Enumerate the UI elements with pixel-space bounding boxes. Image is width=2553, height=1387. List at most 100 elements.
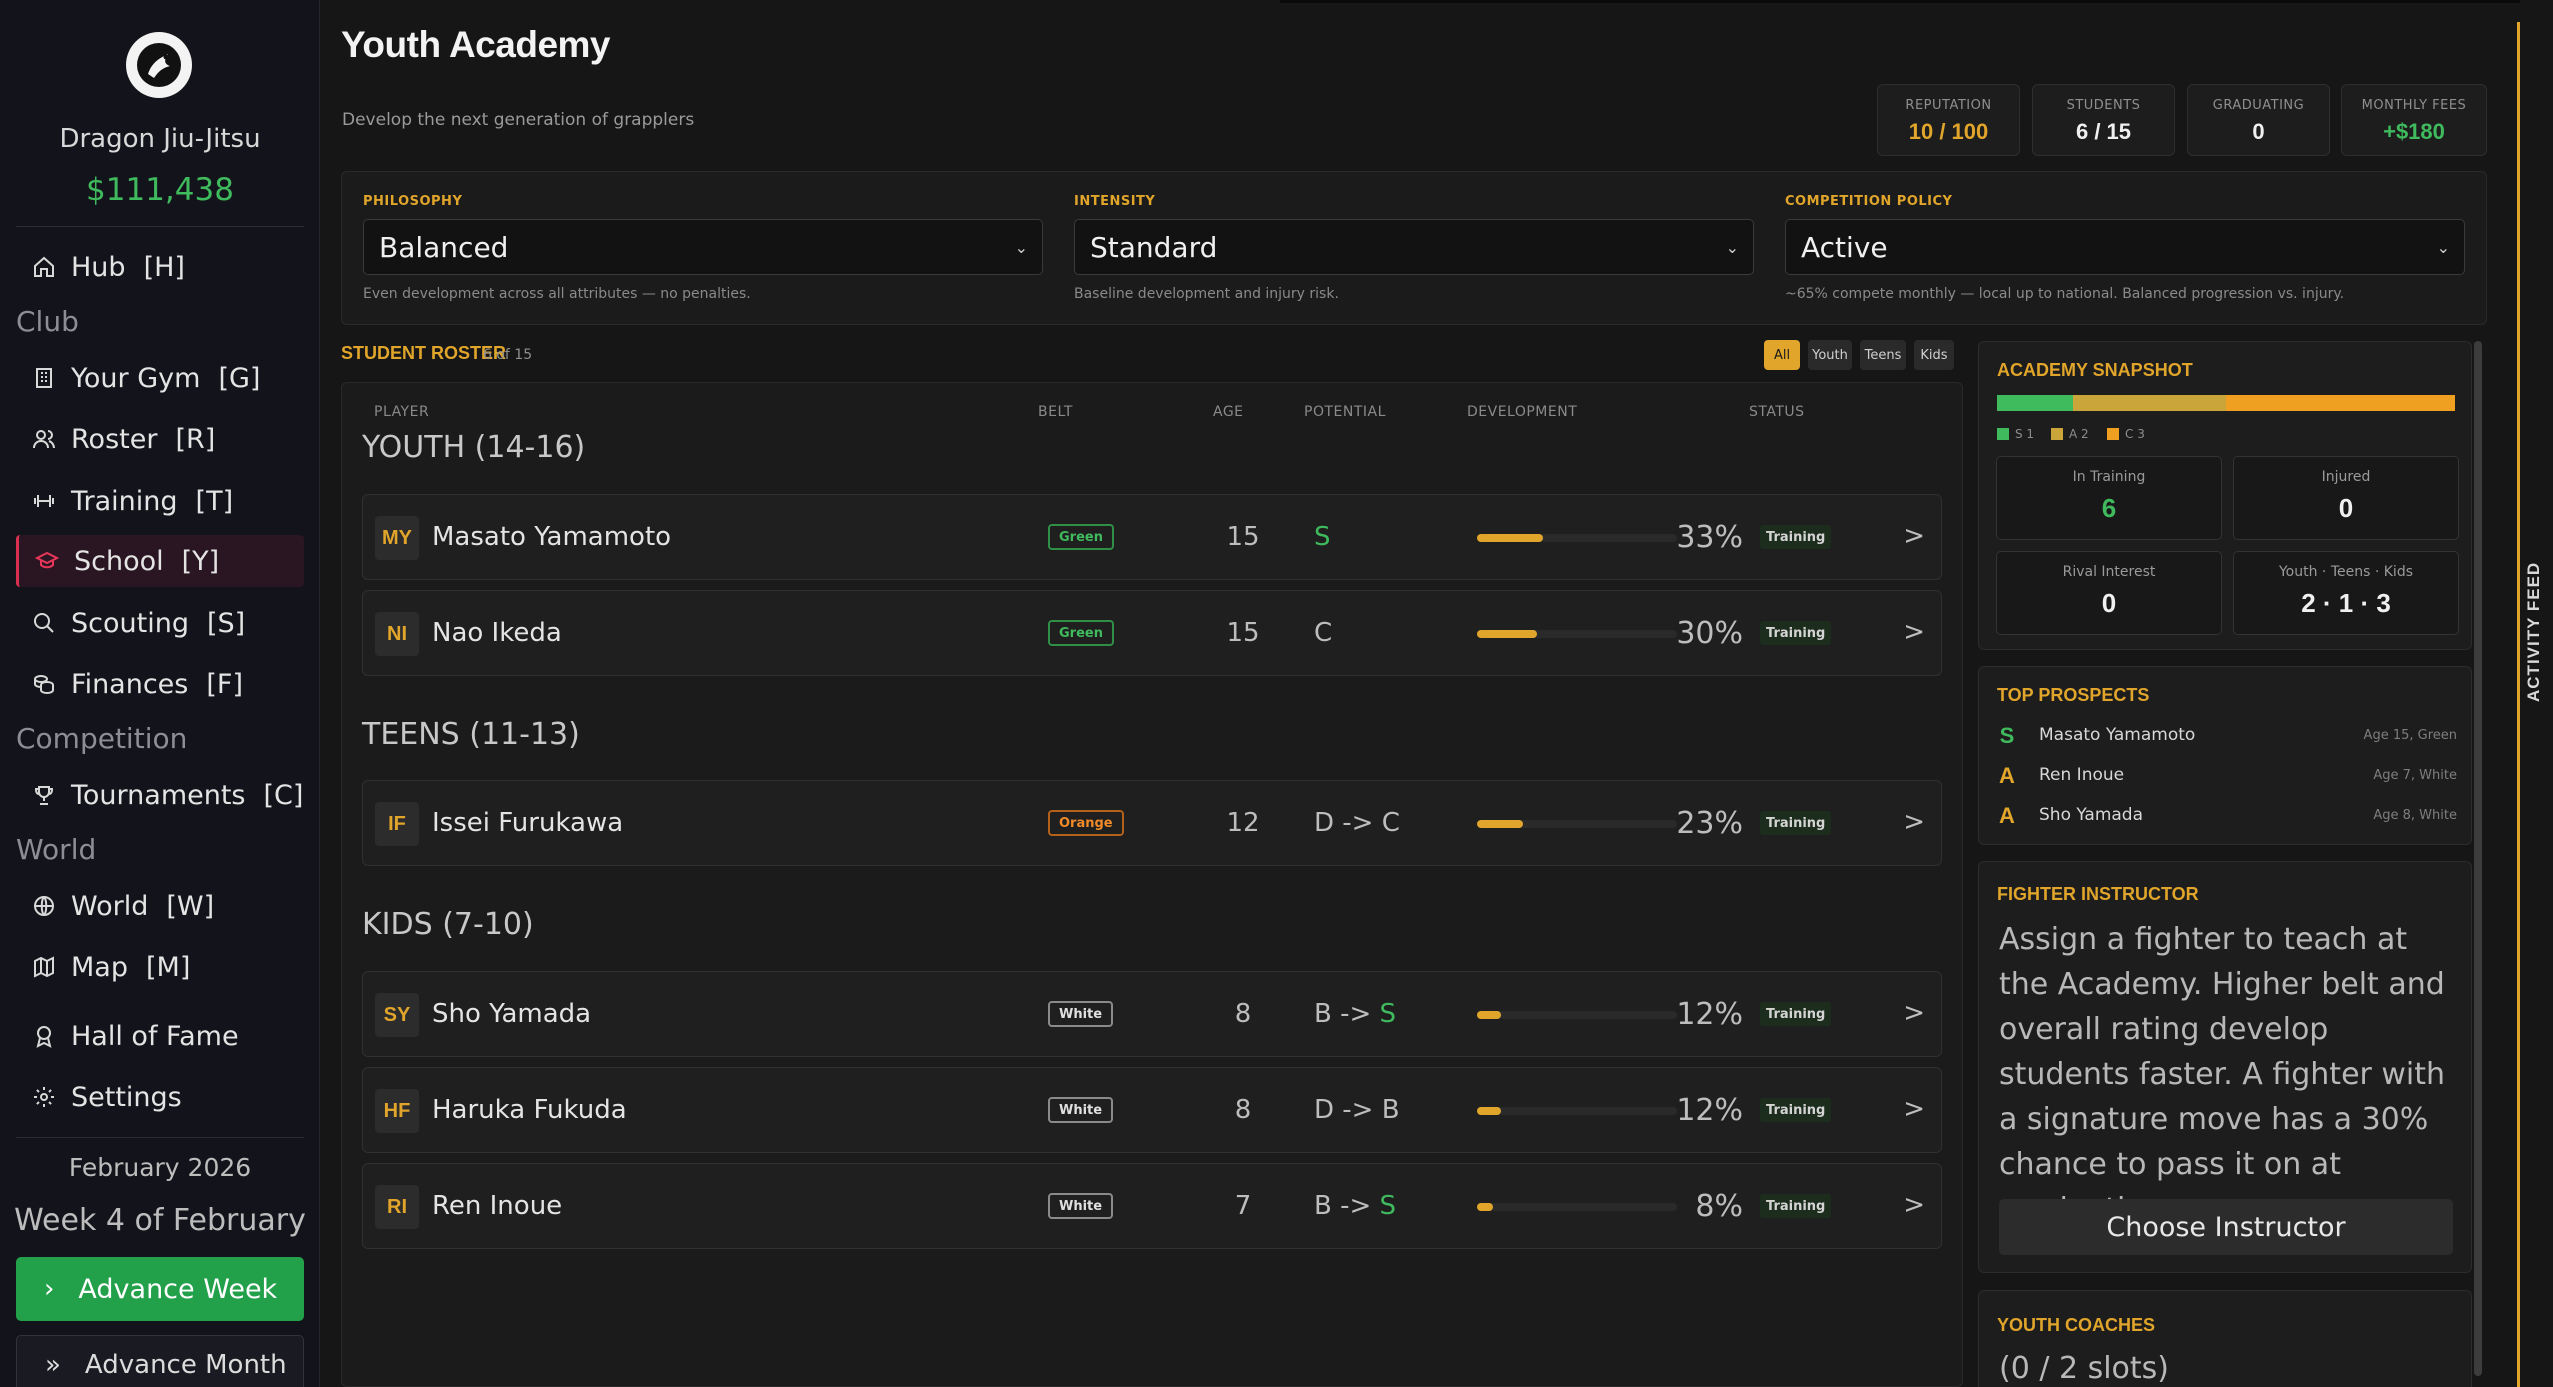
competition-policy-select[interactable]: Active ⌄	[1785, 219, 2465, 275]
tile-label: Injured	[2321, 469, 2371, 485]
nav-hall-of-fame[interactable]: Hall of Fame	[16, 1010, 304, 1062]
bar-segment-s	[1997, 395, 2074, 411]
potential: C	[1314, 618, 1332, 648]
club-logo	[126, 32, 192, 98]
advance-month-label: Advance Month	[84, 1350, 287, 1380]
table-row[interactable]: HF Haruka Fukuda White 8 D -> B 12% Trai…	[362, 1067, 1942, 1153]
filter-kids[interactable]: Kids	[1914, 340, 1954, 370]
prospect-item[interactable]: A Sho Yamada Age 8, White	[1997, 801, 2457, 831]
coach-slots: (0 / 2 slots)	[1999, 1351, 2170, 1386]
nav-label: Roster	[71, 423, 158, 455]
nav-shortcut: [T]	[195, 485, 234, 517]
tile-value: 6	[2101, 493, 2117, 523]
table-row[interactable]: NI Nao Ikeda Green 15 C 30% Training >	[362, 590, 1942, 676]
avatar: SY	[375, 993, 419, 1037]
row-open-arrow[interactable]: >	[1903, 617, 1925, 647]
nav-training[interactable]: Training [T]	[16, 475, 304, 527]
setting-description: ~65% compete monthly — local up to natio…	[1785, 286, 2345, 302]
page-title: Youth Academy	[341, 24, 611, 65]
filter-youth[interactable]: Youth	[1808, 340, 1852, 370]
potential: D -> C	[1314, 808, 1400, 838]
choose-instructor-button[interactable]: Choose Instructor	[1999, 1199, 2453, 1255]
status-badge: Training	[1760, 1002, 1832, 1026]
player-name: Issei Furukawa	[432, 808, 624, 838]
tile-value: 2 · 1 · 3	[2301, 588, 2391, 618]
intensity-select[interactable]: Standard ⌄	[1074, 219, 1754, 275]
nav-school[interactable]: School [Y]	[16, 535, 304, 587]
stat-label: STUDENTS	[2066, 98, 2141, 113]
building-icon	[31, 365, 57, 391]
stat-graduating: GRADUATING 0	[2187, 84, 2330, 156]
advance-week-button[interactable]: › Advance Week	[16, 1257, 304, 1321]
development-percent: 30%	[1676, 616, 1743, 651]
prospect-item[interactable]: S Masato Yamamoto Age 15, Green	[1997, 721, 2457, 751]
tile-label: In Training	[2072, 469, 2146, 485]
globe-icon	[31, 893, 57, 919]
status-badge: Training	[1760, 811, 1832, 835]
nav-shortcut: [W]	[166, 890, 215, 922]
nav-roster[interactable]: Roster [R]	[16, 413, 304, 465]
prospect-meta: Age 8, White	[2373, 808, 2457, 823]
status-badge: Training	[1760, 1098, 1832, 1122]
row-open-arrow[interactable]: >	[1903, 1190, 1925, 1220]
table-row[interactable]: RI Ren Inoue White 7 B -> S 8% Training …	[362, 1163, 1942, 1249]
avatar: NI	[375, 612, 419, 656]
advance-week-label: Advance Week	[78, 1273, 278, 1305]
column-header-belt: BELT	[1038, 404, 1073, 420]
development-fill	[1477, 1107, 1501, 1115]
row-open-arrow[interactable]: >	[1903, 807, 1925, 837]
intensity-setting: INTENSITY Standard ⌄ Baseline development…	[1074, 194, 1754, 302]
nav-finances[interactable]: Finances [F]	[16, 658, 304, 710]
table-row[interactable]: IF Issei Furukawa Orange 12 D -> C 23% T…	[362, 780, 1942, 866]
bar-segment-c	[2225, 395, 2455, 411]
fighter-instructor-card: FIGHTER INSTRUCTOR Assign a fighter to t…	[1978, 861, 2472, 1273]
filter-teens[interactable]: Teens	[1860, 340, 1906, 370]
chevron-down-icon: ⌄	[2436, 237, 2450, 257]
divider	[16, 226, 304, 227]
development-fill	[1477, 534, 1543, 542]
development-bar	[1477, 820, 1677, 828]
legend-label: S 1	[2015, 427, 2035, 441]
nav-your-gym[interactable]: Your Gym [G]	[16, 352, 304, 404]
card-title: TOP PROSPECTS	[1997, 685, 2150, 705]
philosophy-select[interactable]: Balanced ⌄	[363, 219, 1043, 275]
table-row[interactable]: MY Masato Yamamoto Green 15 S 33% Traini…	[362, 494, 1942, 580]
potential-current: B	[1314, 1191, 1332, 1221]
legend-swatch	[1997, 428, 2009, 440]
tile-label: Youth · Teens · Kids	[2278, 564, 2413, 580]
setting-description: Baseline development and injury risk.	[1074, 286, 1339, 302]
legend-item: S 1	[1997, 427, 2034, 441]
right-panel-scrollbar[interactable]	[2474, 341, 2482, 1376]
belt-badge: Orange	[1048, 810, 1124, 836]
avatar: MY	[375, 516, 419, 560]
activity-feed-tab[interactable]: ACTIVITY FEED	[2517, 22, 2553, 1387]
filter-all[interactable]: All	[1764, 340, 1800, 370]
nav-settings[interactable]: Settings	[16, 1071, 304, 1123]
nav-tournaments[interactable]: Tournaments [C]	[16, 769, 304, 821]
nav-world[interactable]: World [W]	[16, 880, 304, 932]
player-age: 8	[1234, 999, 1252, 1029]
development-percent: 33%	[1676, 520, 1743, 555]
coins-icon	[31, 671, 57, 697]
select-value: Standard	[1090, 230, 1218, 264]
stat-monthly-fees: MONTHLY FEES +$180	[2341, 84, 2487, 156]
nav-label: Finances	[71, 668, 189, 700]
nav-hub[interactable]: Hub [H]	[16, 241, 304, 293]
top-prospects-card: TOP PROSPECTS S Masato Yamamoto Age 15, …	[1978, 666, 2472, 845]
table-row[interactable]: SY Sho Yamada White 8 B -> S 12% Trainin…	[362, 971, 1942, 1057]
stat-label: REPUTATION	[1905, 98, 1992, 113]
row-open-arrow[interactable]: >	[1903, 521, 1925, 551]
tile-rival-interest: Rival Interest 0	[1996, 551, 2222, 635]
nav-scouting[interactable]: Scouting [S]	[16, 597, 304, 649]
tile-age-groups: Youth · Teens · Kids 2 · 1 · 3	[2233, 551, 2459, 635]
row-open-arrow[interactable]: >	[1903, 998, 1925, 1028]
prospect-grade: A	[1999, 803, 2015, 828]
advance-month-button[interactable]: » Advance Month	[16, 1335, 304, 1387]
prospect-item[interactable]: A Ren Inoue Age 7, White	[1997, 761, 2457, 791]
belt-badge: Green	[1048, 524, 1114, 550]
chevron-down-icon: ⌄	[1725, 237, 1739, 257]
tile-value: 0	[2338, 493, 2354, 523]
nav-map[interactable]: Map [M]	[16, 941, 304, 993]
row-open-arrow[interactable]: >	[1903, 1094, 1925, 1124]
dragon-logo-icon	[137, 43, 181, 87]
